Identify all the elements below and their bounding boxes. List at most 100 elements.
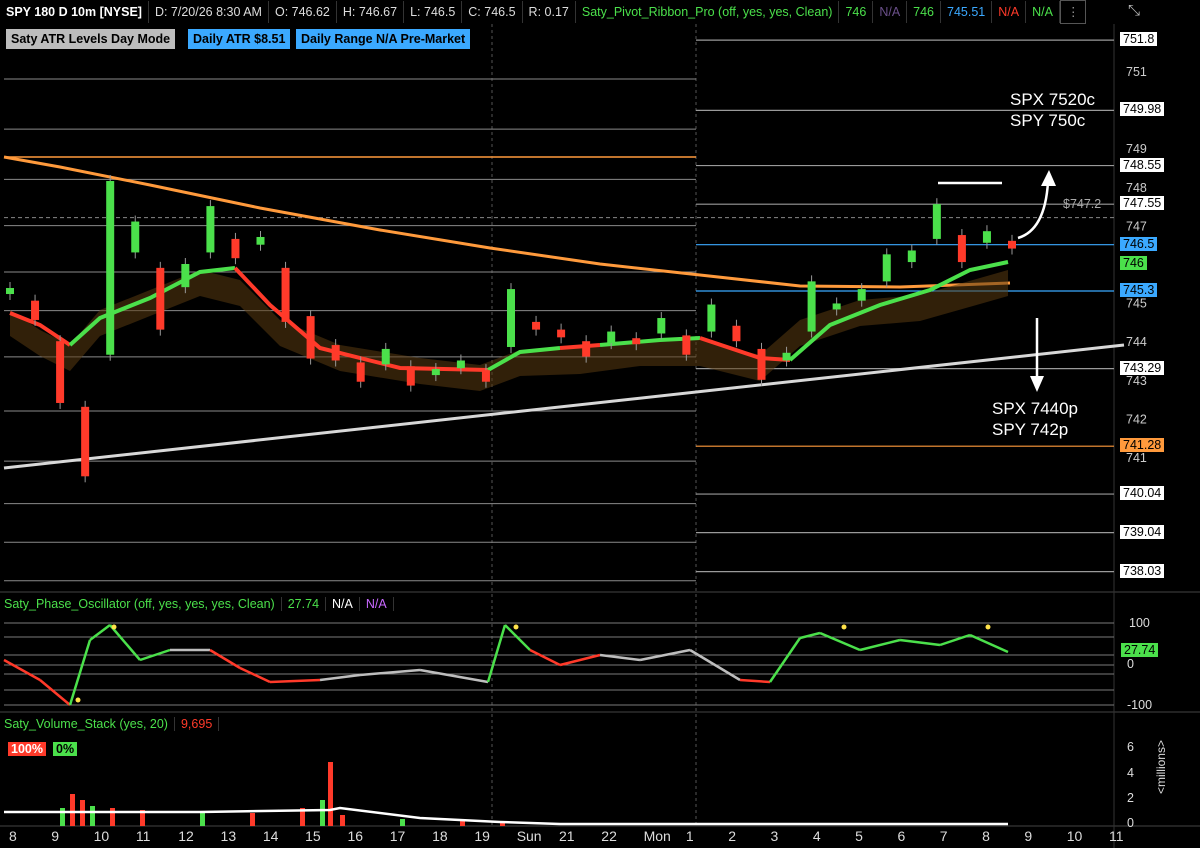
- volume-tick-6: 6: [1127, 740, 1134, 754]
- oscillator-value-tag: 27.74: [1121, 643, 1159, 657]
- y-tick-2: 749: [1126, 142, 1147, 156]
- put-arrow-head: [1030, 376, 1044, 392]
- candle-body-9: [231, 238, 240, 259]
- candle-body-10: [256, 236, 265, 245]
- call-spx-label: SPX 7520c: [1010, 90, 1096, 109]
- candle-body-31: [782, 352, 791, 361]
- candle-body-18: [456, 360, 465, 369]
- volume-bar-6: [200, 812, 205, 826]
- y-tick-6: 745: [1126, 297, 1147, 311]
- osc-seg-9: [269, 678, 321, 684]
- osc-seg-23: [819, 631, 861, 652]
- put-spy-label: SPY 742p: [992, 420, 1069, 439]
- x-tick-22: 7: [939, 828, 948, 844]
- candle-body-24: [607, 331, 616, 344]
- x-tick-13: 21: [559, 828, 575, 844]
- candle-body-33: [832, 303, 841, 310]
- x-tick-1: 9: [51, 828, 60, 844]
- candle-body-38: [957, 235, 966, 263]
- candle-body-8: [206, 206, 215, 253]
- osc-seg-17: [599, 653, 641, 662]
- candle-body-22: [557, 329, 566, 338]
- put-spx-label: SPX 7440p: [992, 399, 1079, 418]
- x-tick-23: 8: [982, 828, 990, 844]
- x-tick-14: 22: [601, 828, 617, 844]
- candle-body-26: [657, 318, 666, 334]
- volume-bar-3: [90, 806, 95, 826]
- osc-seg-15: [529, 648, 561, 667]
- osc-seg-20: [739, 678, 771, 684]
- osc-seg-8: [239, 666, 271, 684]
- candle-body-27: [682, 335, 691, 355]
- call-annotation: SPX 7520c SPY 750c: [1010, 89, 1095, 131]
- call-spy-label: SPY 750c: [1010, 111, 1086, 130]
- candle-body-3: [81, 406, 90, 477]
- osc-seg-16: [559, 653, 601, 667]
- price-label-3: 747.55: [1120, 196, 1165, 211]
- price-label-2: 748.55: [1120, 157, 1165, 172]
- candle-body-28: [707, 304, 716, 332]
- call-arrow-head: [1041, 170, 1056, 186]
- call-arrow-path: [1017, 181, 1050, 240]
- candle-body-13: [331, 345, 340, 361]
- price-label-10: 739.04: [1120, 524, 1165, 539]
- candle-body-1: [31, 300, 40, 320]
- osc-seg-13: [486, 624, 507, 683]
- price-label-0: 751.8: [1120, 32, 1158, 47]
- x-tick-15: Mon: [643, 828, 671, 844]
- candle-body-25: [632, 338, 641, 345]
- candle-body-17: [431, 369, 440, 376]
- candle-body-35: [882, 254, 891, 282]
- x-tick-0: 8: [9, 828, 17, 844]
- x-tick-10: 18: [432, 828, 448, 844]
- oscillator-tick-100: 100: [1129, 616, 1150, 630]
- price-label-4: 746.5: [1120, 236, 1158, 251]
- y-tick-3: 748: [1126, 181, 1147, 195]
- x-tick-12: Sun: [516, 828, 542, 844]
- y-tick-9: 742: [1126, 412, 1147, 426]
- volume-tick-4: 4: [1127, 766, 1134, 780]
- oscillator-tick-0: 0: [1127, 657, 1134, 671]
- osc-dot-4: [985, 624, 991, 630]
- candle-body-4: [106, 181, 115, 355]
- candle-body-32: [807, 281, 816, 332]
- osc-seg-10: [319, 673, 361, 682]
- candle-body-34: [857, 289, 866, 301]
- volume-red-pct: 100%: [8, 742, 46, 756]
- x-tick-4: 12: [178, 828, 194, 844]
- candle-body-11: [281, 267, 290, 322]
- osc-seg-27: [969, 633, 1009, 654]
- candle-body-12: [306, 316, 315, 359]
- osc-seg-24: [859, 638, 901, 652]
- price-label-1: 749.98: [1120, 102, 1165, 117]
- x-tick-21: 6: [897, 828, 906, 844]
- x-tick-6: 14: [262, 828, 279, 844]
- x-tick-25: 10: [1066, 828, 1083, 844]
- candle-body-6: [156, 267, 165, 330]
- put-annotation: SPX 7440p SPY 742p: [992, 398, 1078, 440]
- y-tick-10: 741: [1126, 451, 1147, 465]
- price-label-11: 738.03: [1120, 563, 1165, 578]
- osc-seg-1: [39, 679, 71, 706]
- oscillator-title[interactable]: Saty_Phase_Oscillator (off, yes, yes, ye…: [4, 597, 282, 611]
- x-tick-16: 1: [685, 828, 694, 844]
- x-tick-18: 3: [770, 828, 779, 844]
- osc-seg-25: [899, 638, 941, 647]
- osc-seg-2: [68, 639, 92, 706]
- x-tick-19: 4: [812, 828, 821, 844]
- candle-body-0: [6, 288, 14, 295]
- volume-tick-2: 2: [1127, 791, 1134, 805]
- candle-body-5: [131, 221, 140, 253]
- x-tick-5: 13: [220, 828, 237, 844]
- osc-dot-2: [513, 624, 519, 630]
- x-tick-2: 10: [93, 828, 110, 844]
- oscillator-value: 27.74: [282, 597, 327, 611]
- candle-body-30: [757, 348, 766, 380]
- y-tick-4: 747: [1126, 219, 1147, 233]
- osc-seg-0: [3, 658, 41, 682]
- price-label-8: 741.28: [1120, 438, 1165, 453]
- candle-body-2: [56, 341, 65, 403]
- x-tick-8: 16: [347, 828, 364, 844]
- volume-title[interactable]: Saty_Volume_Stack (yes, 20): [4, 717, 175, 731]
- candle-body-36: [907, 250, 916, 263]
